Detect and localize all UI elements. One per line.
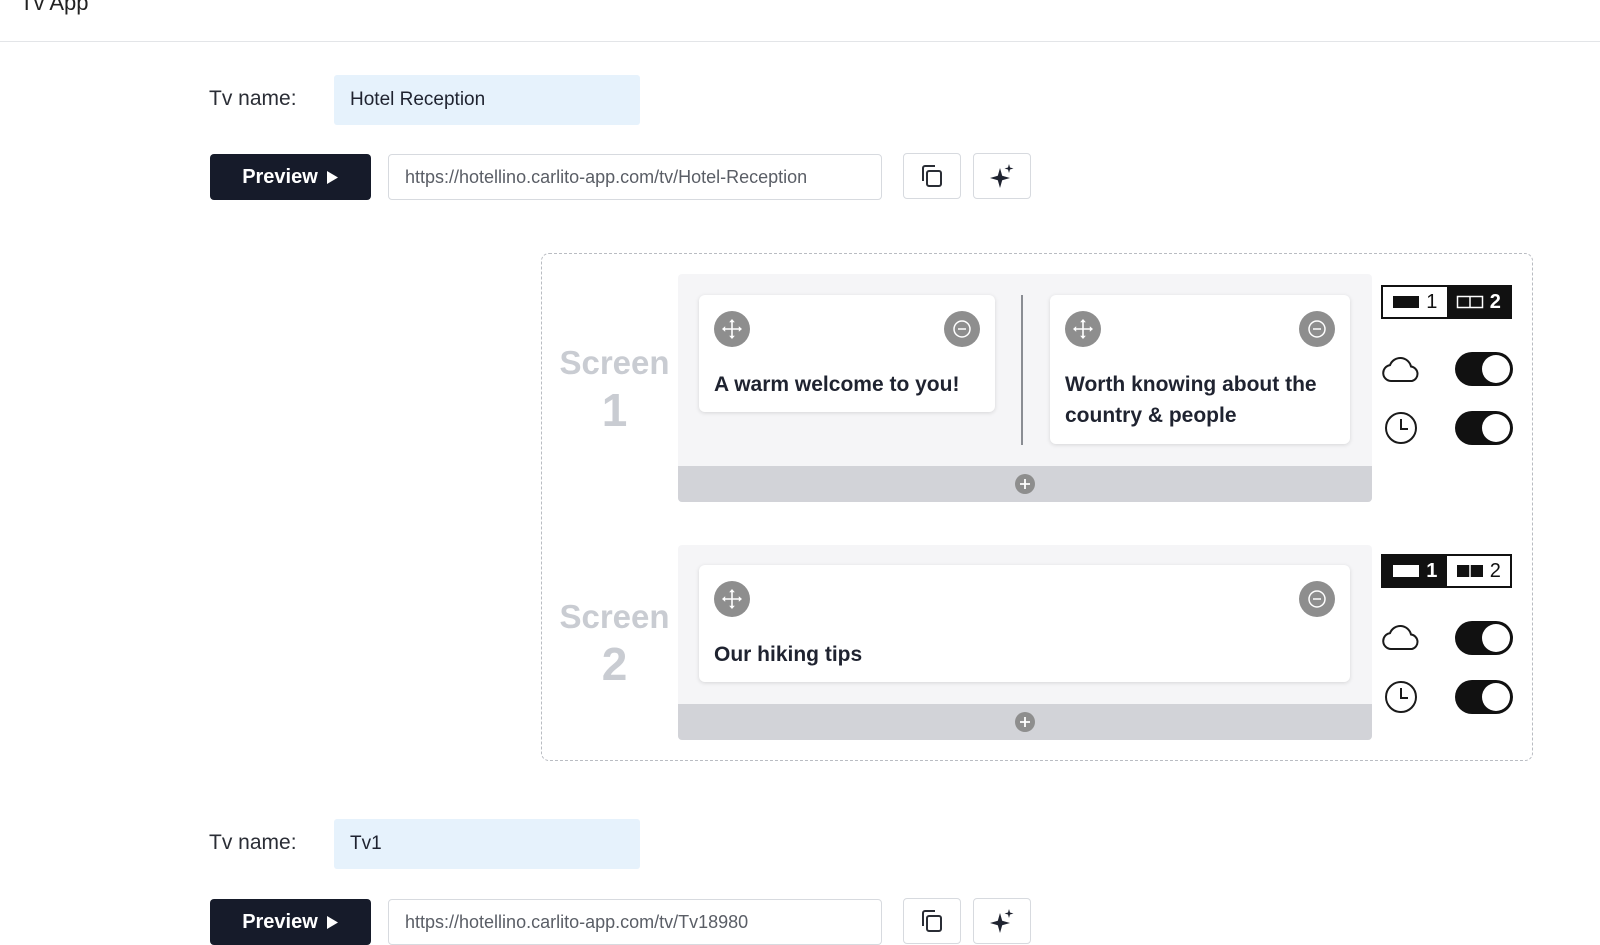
weather-toggle[interactable] — [1455, 352, 1513, 386]
tv-name-input[interactable] — [334, 75, 640, 125]
screen-label-word: Screen — [559, 344, 670, 381]
remove-card-button[interactable] — [1299, 581, 1335, 617]
clock-icon — [1379, 408, 1423, 448]
clock-icon — [1379, 677, 1423, 717]
card-title: Our hiking tips — [714, 643, 863, 666]
remove-card-button[interactable] — [1299, 311, 1335, 347]
screen-panel: Our hiking tips — [678, 545, 1372, 740]
clock-toggle[interactable] — [1455, 411, 1513, 445]
sparkle-icon — [990, 164, 1014, 188]
screen-panel: A warm welcome to you! Worth knowing abo… — [678, 274, 1372, 502]
app-title: Tv App — [20, 0, 89, 15]
preview-button[interactable]: Preview — [210, 899, 371, 945]
move-handle[interactable] — [714, 581, 750, 617]
content-card[interactable]: Worth knowing about the country & people — [1050, 295, 1350, 444]
magic-button[interactable] — [973, 898, 1031, 944]
tv-url-field[interactable] — [388, 154, 882, 200]
remove-card-button[interactable] — [944, 311, 980, 347]
clock-toggle[interactable] — [1455, 680, 1513, 714]
screen-label-word: Screen — [559, 598, 670, 635]
preview-label: Preview — [242, 910, 318, 933]
layout-toggle: 1 2 — [1381, 554, 1512, 588]
play-icon — [326, 170, 338, 184]
layout-option-split[interactable]: 2 — [1446, 287, 1510, 317]
column-divider — [1021, 295, 1023, 445]
toggle-knob — [1482, 624, 1510, 652]
cloud-icon — [1379, 618, 1423, 658]
layout-option-label: 1 — [1426, 559, 1438, 582]
sparkle-icon — [990, 909, 1014, 933]
toggle-knob — [1482, 683, 1510, 711]
split-layout-icon — [1456, 565, 1483, 577]
layout-option-label: 1 — [1426, 290, 1438, 313]
add-card-bar[interactable] — [678, 466, 1372, 502]
tv-url-field[interactable] — [388, 899, 882, 945]
header-divider — [0, 41, 1600, 42]
move-icon — [722, 589, 742, 609]
card-title: Worth knowing about the country & people — [1065, 373, 1317, 427]
split-layout-icon — [1456, 295, 1483, 309]
layout-option-single[interactable]: 1 — [1383, 556, 1447, 586]
layout-toggle: 1 2 — [1381, 285, 1512, 319]
minus-circle-icon — [1308, 590, 1326, 608]
screen-number: 1 — [601, 384, 628, 436]
content-card[interactable]: Our hiking tips — [699, 565, 1350, 682]
preview-button[interactable]: Preview — [210, 154, 371, 200]
move-icon — [722, 319, 742, 339]
toggle-knob — [1482, 414, 1510, 442]
layout-option-split[interactable]: 2 — [1447, 556, 1511, 586]
copy-icon — [922, 165, 942, 187]
minus-circle-icon — [953, 320, 971, 338]
screen-label: Screen 1 — [557, 346, 672, 433]
tv-name-input[interactable] — [334, 819, 640, 869]
copy-icon — [922, 910, 942, 932]
play-icon — [326, 915, 338, 929]
magic-button[interactable] — [973, 153, 1031, 199]
weather-toggle[interactable] — [1455, 621, 1513, 655]
content-card[interactable]: A warm welcome to you! — [699, 295, 995, 412]
toggle-knob — [1482, 355, 1510, 383]
move-handle[interactable] — [1065, 311, 1101, 347]
layout-option-label: 2 — [1489, 290, 1501, 313]
screen-number: 2 — [601, 638, 628, 690]
screen-label: Screen 2 — [557, 600, 672, 687]
move-handle[interactable] — [714, 311, 750, 347]
minus-circle-icon — [1308, 320, 1326, 338]
copy-url-button[interactable] — [903, 153, 961, 199]
layout-option-label: 2 — [1489, 559, 1501, 582]
plus-circle-icon — [1015, 712, 1035, 732]
add-card-bar[interactable] — [678, 704, 1372, 740]
tv-name-label: Tv name: — [209, 87, 297, 110]
single-layout-icon — [1393, 565, 1420, 577]
layout-option-single[interactable]: 1 — [1383, 287, 1447, 317]
plus-circle-icon — [1015, 474, 1035, 494]
single-layout-icon — [1393, 296, 1420, 308]
tv-name-label: Tv name: — [209, 831, 297, 854]
preview-label: Preview — [242, 165, 318, 188]
cloud-icon — [1379, 350, 1423, 390]
copy-url-button[interactable] — [903, 898, 961, 944]
move-icon — [1073, 319, 1093, 339]
card-title: A warm welcome to you! — [714, 373, 960, 396]
